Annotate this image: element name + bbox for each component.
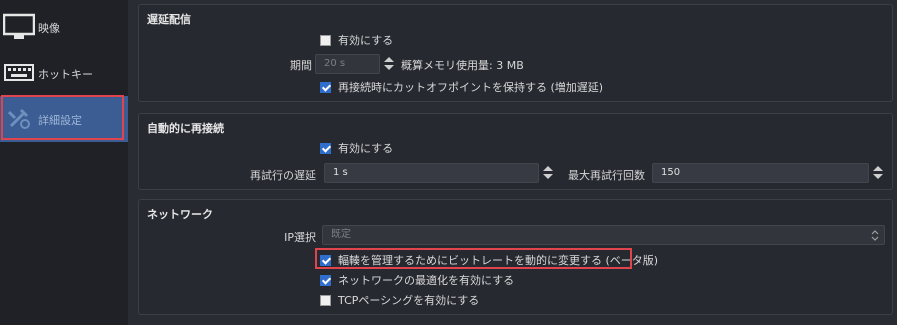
tcp-pacing-checkbox[interactable]: TCPペーシングを有効にする	[320, 292, 479, 308]
group-title: 自動的に再接続	[147, 122, 224, 135]
reconnect-enable-checkbox[interactable]: 有効にする	[320, 140, 393, 156]
ip-select-label: IP選択	[284, 231, 316, 244]
sidebar-item-label: ホットキー	[38, 68, 93, 81]
group-title: 遅延配信	[147, 13, 191, 26]
ip-select-value: 既定	[331, 229, 351, 240]
sidebar-item-label: 映像	[38, 22, 60, 35]
delay-enable-checkbox[interactable]: 有効にする	[320, 32, 393, 48]
chevron-up-icon	[543, 166, 553, 171]
checkbox-box	[320, 142, 331, 154]
checkbox-label: ネットワークの最適化を有効にする	[338, 274, 515, 287]
checkbox-box	[320, 274, 331, 286]
duration-spinner[interactable]	[383, 54, 395, 74]
ip-select-dropdown[interactable]: 既定	[322, 225, 885, 245]
retry-delay-field[interactable]: 1 s	[324, 163, 539, 183]
checkbox-box	[320, 294, 331, 306]
memory-usage-text: 概算メモリ使用量: 3 MB	[401, 59, 524, 72]
network-optimize-checkbox[interactable]: ネットワークの最適化を有効にする	[320, 272, 514, 288]
annotation-highlight	[1, 95, 124, 140]
checkbox-label: 有効にする	[338, 142, 394, 155]
chevron-down-icon	[384, 65, 394, 70]
annotation-highlight	[315, 248, 632, 269]
monitor-icon	[2, 12, 36, 42]
updown-icon	[870, 226, 880, 251]
retry-delay-spinner[interactable]	[542, 163, 554, 183]
chevron-up-icon	[873, 166, 883, 171]
sidebar-item-video[interactable]: 映像	[0, 4, 128, 50]
chevron-up-icon	[384, 57, 394, 62]
chevron-down-icon	[543, 174, 553, 179]
max-retries-field[interactable]: 150	[652, 163, 869, 183]
group-title: ネットワーク	[147, 208, 213, 221]
duration-field[interactable]: 20 s	[315, 54, 380, 74]
chevron-down-icon	[873, 174, 883, 179]
checkbox-label: 再接続時にカットオフポイントを保持する (増加遅延)	[338, 81, 604, 94]
checkbox-label: TCPペーシングを有効にする	[338, 294, 480, 307]
max-retries-label: 最大再試行回数	[568, 169, 645, 182]
retry-delay-label: 再試行の遅延	[250, 169, 316, 182]
checkbox-box	[320, 81, 331, 93]
checkbox-label: 有効にする	[338, 34, 394, 47]
max-retries-spinner[interactable]	[872, 163, 884, 183]
duration-label: 期間	[290, 59, 312, 72]
sidebar-item-hotkeys[interactable]: ホットキー	[0, 50, 128, 96]
keyboard-icon	[3, 58, 35, 88]
settings-sidebar: 映像 ホットキー 詳細設定	[0, 0, 128, 325]
checkbox-box	[320, 34, 331, 46]
preserve-cutoff-checkbox[interactable]: 再接続時にカットオフポイントを保持する (増加遅延)	[320, 79, 603, 95]
